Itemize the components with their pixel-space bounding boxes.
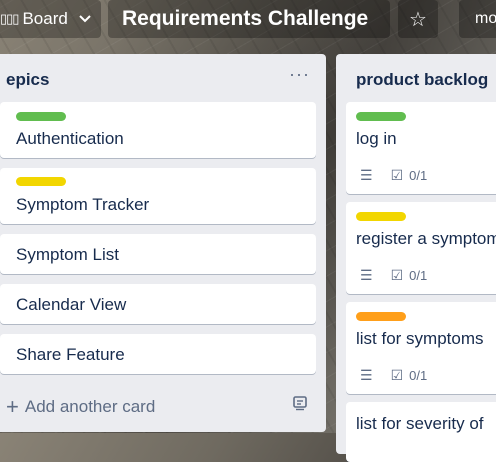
card-title: register a symptom <box>356 229 496 248</box>
description-icon: ☰ <box>360 167 373 183</box>
checklist-count: 0/1 <box>409 368 428 383</box>
list-menu-icon[interactable]: ··· <box>289 64 310 85</box>
card-template-icon[interactable] <box>292 395 308 416</box>
card-title: log in <box>356 129 397 148</box>
board-header: ▯▯▯ Board Requirements Challenge ☆ mo <box>0 0 496 40</box>
star-icon: ☆ <box>409 8 427 31</box>
card-log-in[interactable]: log in ☰ ☑ 0/1 <box>346 102 496 194</box>
card-list-for-symptoms[interactable]: list for symptoms ☰ ☑ 0/1 <box>346 302 496 394</box>
list-epics: epics ··· Authentication Symptom Tracker… <box>0 54 326 432</box>
card-symptom-list[interactable]: Symptom List <box>0 234 316 274</box>
card-title: list for severity of <box>356 414 484 433</box>
card-label <box>356 112 406 121</box>
add-card-label: Add another card <box>24 397 156 416</box>
card-title: list for symptoms <box>356 329 484 348</box>
checklist-count: 0/1 <box>409 168 428 183</box>
card-calendar-view[interactable]: Calendar View <box>0 284 316 324</box>
board-icon: ▯▯▯ <box>0 11 19 26</box>
card-label <box>16 177 66 186</box>
card-badges: ☰ ☑ 0/1 <box>360 367 427 384</box>
card-list-for-severity[interactable]: list for severity of <box>346 402 496 462</box>
list-product-backlog: product backlog log in ☰ ☑ 0/1 register … <box>336 54 496 462</box>
member-button[interactable]: mo <box>459 0 496 38</box>
card-label <box>356 312 406 321</box>
card-register-symptom[interactable]: register a symptom ☰ ☑ 0/1 <box>346 202 496 294</box>
card-title: Calendar View <box>16 295 127 314</box>
board-switcher-label: Board <box>22 9 68 28</box>
chevron-down-icon <box>78 11 92 27</box>
board-title[interactable]: Requirements Challenge <box>108 0 390 38</box>
checklist-icon: ☑ <box>390 167 404 183</box>
list-title[interactable]: epics <box>6 70 49 90</box>
card-badges: ☰ ☑ 0/1 <box>360 267 427 284</box>
list-title[interactable]: product backlog <box>356 70 488 90</box>
add-card-button[interactable]: + Add another card <box>6 396 155 418</box>
description-icon: ☰ <box>360 367 373 383</box>
card-badges: ☰ ☑ 0/1 <box>360 167 427 184</box>
board-switcher-button[interactable]: ▯▯▯ Board <box>0 0 101 38</box>
card-authentication[interactable]: Authentication <box>0 102 316 158</box>
checklist-count: 0/1 <box>409 268 428 283</box>
card-title: Symptom List <box>16 245 119 264</box>
card-symptom-tracker[interactable]: Symptom Tracker <box>0 168 316 224</box>
card-title: Share Feature <box>16 345 125 364</box>
checklist-icon: ☑ <box>390 267 404 283</box>
checklist-icon: ☑ <box>390 367 404 383</box>
plus-icon: + <box>6 394 19 419</box>
description-icon: ☰ <box>360 267 373 283</box>
star-button[interactable]: ☆ <box>398 0 438 38</box>
card-title: Symptom Tracker <box>16 195 150 214</box>
card-share-feature[interactable]: Share Feature <box>0 334 316 374</box>
card-label <box>16 112 66 121</box>
card-label <box>356 212 406 221</box>
card-title: Authentication <box>16 129 124 148</box>
